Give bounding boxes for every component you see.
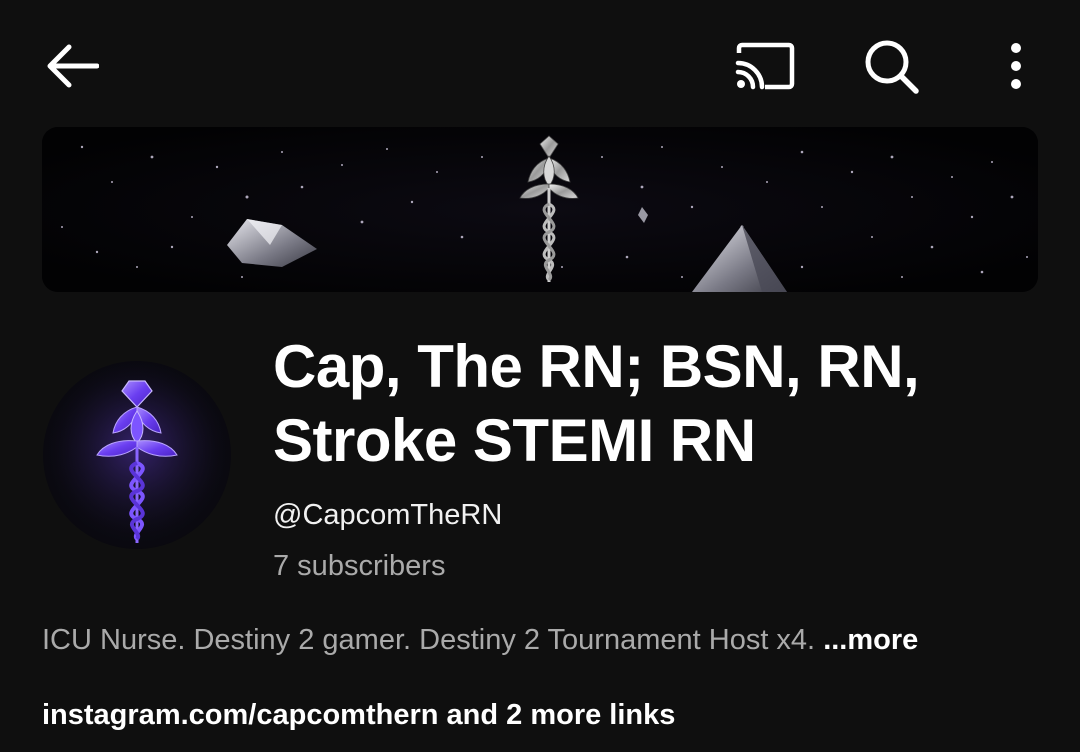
back-button[interactable] xyxy=(40,36,104,96)
more-button[interactable]: ...more xyxy=(823,624,918,656)
top-app-bar xyxy=(0,0,1080,128)
more-links-label[interactable]: and 2 more links xyxy=(447,699,676,731)
primary-link[interactable]: instagram.com/capcomthern xyxy=(42,699,438,731)
channel-page: Cap, The RN; BSN, RN, Stroke STEMI RN @C… xyxy=(0,0,1080,752)
purple-caduceus-lotus-logo xyxy=(43,361,231,549)
channel-handle: @CapcomTheRN xyxy=(273,499,503,531)
channel-links[interactable]: instagram.com/capcomthern and 2 more lin… xyxy=(42,696,675,734)
search-button[interactable] xyxy=(858,34,924,98)
more-options-button[interactable] xyxy=(996,36,1036,96)
cast-icon xyxy=(735,42,795,90)
channel-banner xyxy=(42,127,1038,292)
channel-title-line2: Stroke STEMI RN xyxy=(273,407,756,474)
channel-title: Cap, The RN; BSN, RN, Stroke STEMI RN xyxy=(273,330,1033,478)
more-vert-icon xyxy=(1011,43,1021,89)
search-icon xyxy=(865,40,919,94)
channel-avatar[interactable] xyxy=(43,361,231,549)
channel-description[interactable]: ICU Nurse. Destiny 2 gamer. Destiny 2 To… xyxy=(42,621,918,659)
channel-title-line1: Cap, The RN; BSN, RN, xyxy=(273,333,920,400)
subscriber-count: 7 subscribers xyxy=(273,550,446,582)
arrow-left-icon xyxy=(47,44,99,88)
banner-image xyxy=(42,127,1038,292)
description-text: ICU Nurse. Destiny 2 gamer. Destiny 2 To… xyxy=(42,624,816,656)
cast-button[interactable] xyxy=(730,36,798,96)
